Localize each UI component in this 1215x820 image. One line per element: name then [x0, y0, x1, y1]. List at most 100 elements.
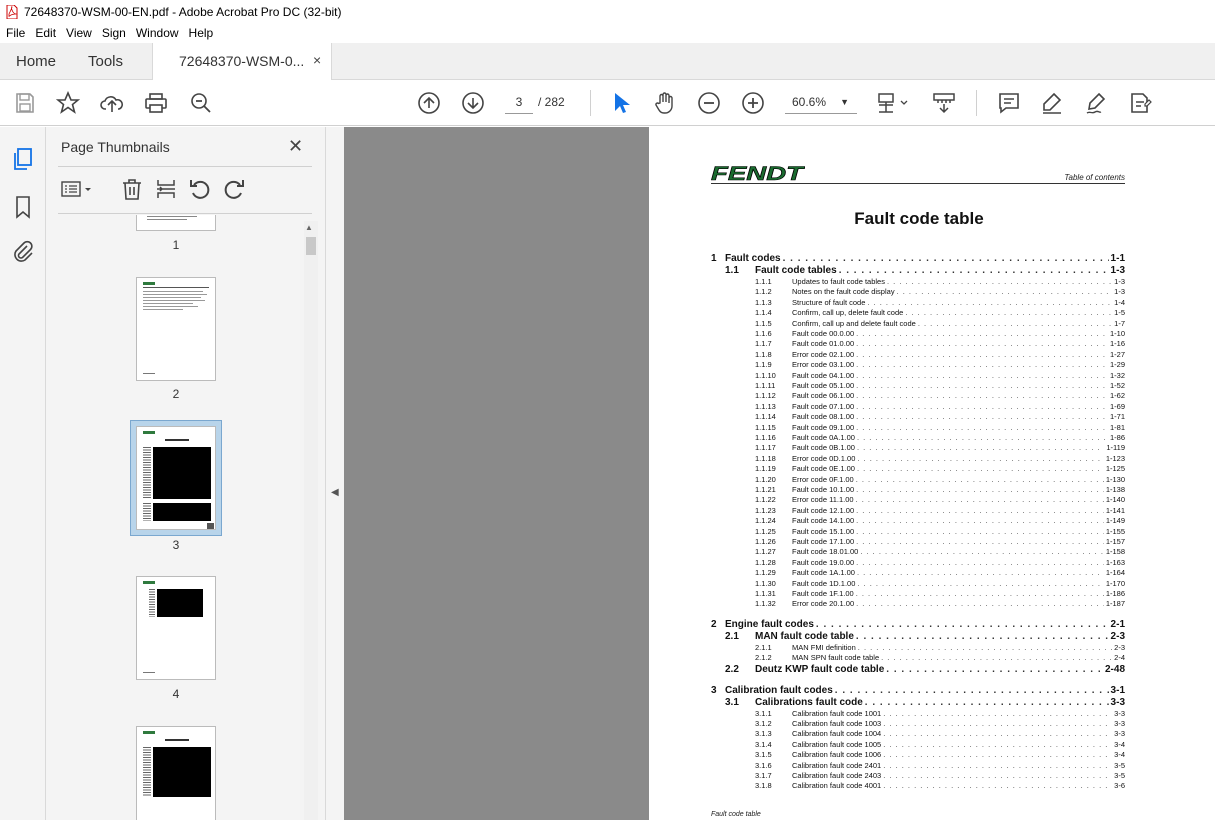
toc-entry[interactable]: 1.1.3 Structure of fault code 1-4 [711, 298, 1125, 308]
toc-entry[interactable]: 3.1.1 Calibration fault code 1001 3-3 [711, 709, 1125, 719]
upload-icon[interactable] [100, 91, 124, 115]
toc-entry[interactable]: 3.1.7 Calibration fault code 2403 3-5 [711, 771, 1125, 781]
thumbnail-scrollbar[interactable]: ▲ [304, 221, 318, 820]
toc-entry[interactable]: 1.1.2 Notes on the fault code display 1-3 [711, 287, 1125, 297]
page-number-input[interactable]: 3 [505, 90, 533, 114]
toc-entry[interactable]: 3.1.2 Calibration fault code 1003 3-3 [711, 719, 1125, 729]
tab-tools[interactable]: Tools [88, 53, 123, 70]
thumbnail-page-4[interactable] [136, 576, 216, 680]
thumbnail-page-1[interactable] [136, 215, 216, 231]
insert-page-icon[interactable] [154, 177, 178, 201]
toc-entry[interactable]: 1.1.18 Error code 0D.1.00 1-123 [711, 454, 1125, 464]
toc-entry[interactable]: 1.1.26 Fault code 17.1.00 1-157 [711, 537, 1125, 547]
toc-entry[interactable]: 2.1.2 MAN SPN fault code table 2-4 [711, 653, 1125, 663]
toc-page: 1-164 [1105, 568, 1125, 578]
toc-entry[interactable]: 1.1.11 Fault code 05.1.00 1-52 [711, 381, 1125, 391]
menu-window[interactable]: Window [136, 26, 179, 40]
toc-entry[interactable]: 1.1.10 Fault code 04.1.00 1-32 [711, 371, 1125, 381]
thumbnail-page-3[interactable] [136, 426, 216, 530]
toc-entry[interactable]: 1.1.20 Error code 0F.1.00 1-130 [711, 475, 1125, 485]
toc-entry[interactable]: 1.1.22 Error code 11.1.00 1-140 [711, 495, 1125, 505]
rotate-right-icon[interactable] [222, 177, 246, 201]
toc-entry[interactable]: 3.1.5 Calibration fault code 1006 3-4 [711, 750, 1125, 760]
toc-entry[interactable]: 1.1.25 Fault code 15.1.00 1-155 [711, 527, 1125, 537]
toc-entry[interactable]: 3.1.6 Calibration fault code 2401 3-5 [711, 761, 1125, 771]
menu-view[interactable]: View [66, 26, 92, 40]
edit-pdf-icon[interactable] [1128, 91, 1152, 115]
bookmarks-icon[interactable] [11, 195, 35, 219]
select-arrow-icon[interactable] [609, 91, 633, 115]
menu-sign[interactable]: Sign [102, 26, 126, 40]
thumbnail-page-5[interactable] [136, 726, 216, 820]
highlight-pen-icon[interactable] [1040, 91, 1064, 115]
toc-entry[interactable]: 3.1.8 Calibration fault code 4001 3-6 [711, 781, 1125, 791]
toc-entry[interactable]: 1.1.8 Error code 02.1.00 1-27 [711, 350, 1125, 360]
menu-help[interactable]: Help [189, 26, 214, 40]
page-down-icon[interactable] [461, 91, 485, 115]
attachments-icon[interactable] [11, 240, 35, 264]
toc-entry[interactable]: 1.1.13 Fault code 07.1.00 1-69 [711, 402, 1125, 412]
toc-entry[interactable]: 1.1.9 Error code 03.1.00 1-29 [711, 360, 1125, 370]
page-up-icon[interactable] [417, 91, 441, 115]
close-icon[interactable]: ✕ [288, 136, 303, 157]
toc-entry[interactable]: 1.1.28 Fault code 19.0.00 1-163 [711, 558, 1125, 568]
toc-entry[interactable]: 1.1.17 Fault code 0B.1.00 1-119 [711, 443, 1125, 453]
scroll-thumb[interactable] [306, 237, 316, 255]
toc-entry[interactable]: 1 Fault codes 1-1 [711, 253, 1125, 265]
rotate-left-icon[interactable] [188, 177, 212, 201]
toc-entry[interactable]: 1.1.24 Fault code 14.1.00 1-149 [711, 516, 1125, 526]
toc-entry[interactable]: 1.1.19 Fault code 0E.1.00 1-125 [711, 464, 1125, 474]
toc-entry[interactable]: 1.1.12 Fault code 06.1.00 1-62 [711, 391, 1125, 401]
collapse-left-icon[interactable]: ◀ [331, 487, 339, 498]
sign-icon[interactable] [1084, 91, 1108, 115]
toc-number: 1.1.14 [755, 412, 776, 422]
toc-entry[interactable]: 1.1.29 Fault code 1A.1.00 1-164 [711, 568, 1125, 578]
toc-entry[interactable]: 1.1.6 Fault code 00.0.00 1-10 [711, 329, 1125, 339]
zoom-out-icon[interactable] [697, 91, 721, 115]
toc-entry[interactable]: 1.1.5 Confirm, call up and delete fault c… [711, 319, 1125, 329]
toc-entry[interactable]: 3.1 Calibrations fault code 3-3 [711, 697, 1125, 709]
toc-entry[interactable]: 1.1.1 Updates to fault code tables 1-3 [711, 277, 1125, 287]
delete-page-icon[interactable] [120, 177, 144, 201]
toc-entry[interactable]: 2.2 Deutz KWP fault code table 2-48 [711, 664, 1125, 676]
panel-collapse-bar[interactable]: ◀ [326, 127, 344, 820]
toc-entry[interactable]: 1.1.14 Fault code 08.1.00 1-71 [711, 412, 1125, 422]
toc-entry[interactable]: 1.1.15 Fault code 09.1.00 1-81 [711, 423, 1125, 433]
toc-entry[interactable]: 1.1.7 Fault code 01.0.00 1-16 [711, 339, 1125, 349]
toc-entry[interactable]: 3.1.4 Calibration fault code 1005 3-4 [711, 740, 1125, 750]
fit-page-icon[interactable] [876, 91, 912, 115]
toc-entry[interactable]: 1.1.30 Fault code 1D.1.00 1-170 [711, 579, 1125, 589]
toc-entry[interactable]: 1.1.16 Fault code 0A.1.00 1-86 [711, 433, 1125, 443]
toc-entry[interactable]: 1.1.31 Fault code 1F.1.00 1-186 [711, 589, 1125, 599]
toc-entry[interactable]: 3.1.3 Calibration fault code 1004 3-3 [711, 729, 1125, 739]
scroll-up-icon[interactable]: ▲ [305, 223, 313, 232]
menu-file[interactable]: File [6, 26, 25, 40]
hand-tool-icon[interactable] [653, 91, 677, 115]
scroll-mode-icon[interactable] [932, 91, 956, 115]
tab-close-icon[interactable]: × [313, 52, 321, 68]
thumbnail-page-2[interactable] [136, 277, 216, 381]
toc-entry[interactable]: 1.1 Fault code tables 1-3 [711, 265, 1125, 277]
toc-entry[interactable]: 1.1.4 Confirm, call up, delete fault code… [711, 308, 1125, 318]
save-icon[interactable] [13, 91, 37, 115]
comment-icon[interactable] [997, 91, 1021, 115]
bookmark-star-icon[interactable] [55, 90, 81, 115]
toc-entry[interactable]: 1.1.27 Fault code 18.01.00 1-158 [711, 547, 1125, 557]
print-icon[interactable] [144, 91, 168, 115]
toc-entry[interactable]: 1.1.21 Fault code 10.1.00 1-138 [711, 485, 1125, 495]
toc-entry[interactable]: 1.1.23 Fault code 12.1.00 1-141 [711, 506, 1125, 516]
tab-home[interactable]: Home [16, 53, 56, 70]
toc-entry[interactable]: 2.1.1 MAN FMI definition 2-3 [711, 643, 1125, 653]
menu-edit[interactable]: Edit [35, 26, 56, 40]
toc-entry[interactable]: 1.1.32 Error code 20.1.00 1-187 [711, 599, 1125, 609]
toc-entry[interactable]: 3 Calibration fault codes 3-1 [711, 685, 1125, 697]
toc-entry[interactable]: 2 Engine fault codes 2-1 [711, 619, 1125, 631]
zoom-search-icon[interactable] [189, 91, 213, 115]
zoom-level-select[interactable]: 60.6% ▼ [785, 90, 857, 114]
zoom-in-icon[interactable] [741, 91, 765, 115]
page-thumbnails-icon[interactable] [11, 147, 35, 171]
toc-entry[interactable]: 2.1 MAN fault code table 2-3 [711, 631, 1125, 643]
options-menu-icon[interactable] [60, 177, 96, 201]
chevron-down-icon: ▼ [840, 97, 849, 107]
tab-document[interactable]: 72648370-WSM-0... × [152, 43, 332, 80]
